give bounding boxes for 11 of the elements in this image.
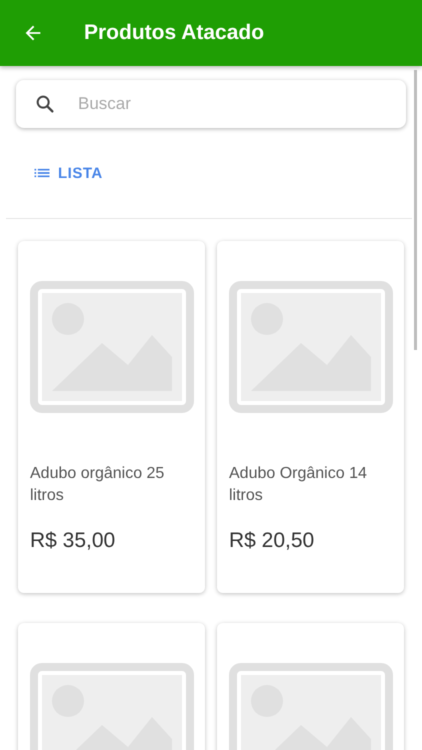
product-card[interactable]: Adubo orgânico 25 litros R$ 35,00 [18, 241, 205, 593]
list-view-button[interactable]: LISTA [16, 159, 119, 187]
image-placeholder-icon [30, 281, 194, 413]
product-name: Adubo orgânico 25 litros [30, 464, 166, 506]
image-placeholder-icon [229, 281, 393, 413]
product-name: Adubo Orgânico 14 litros [229, 464, 368, 506]
search-field[interactable]: Buscar [16, 80, 406, 128]
screen-title: Produtos Atacado [84, 21, 264, 45]
product-price: R$ 35,00 [30, 529, 116, 553]
product-price: R$ 20,50 [229, 529, 316, 553]
product-card[interactable]: Adubo Orgânico 14 litros R$ 20,50 [217, 241, 404, 593]
